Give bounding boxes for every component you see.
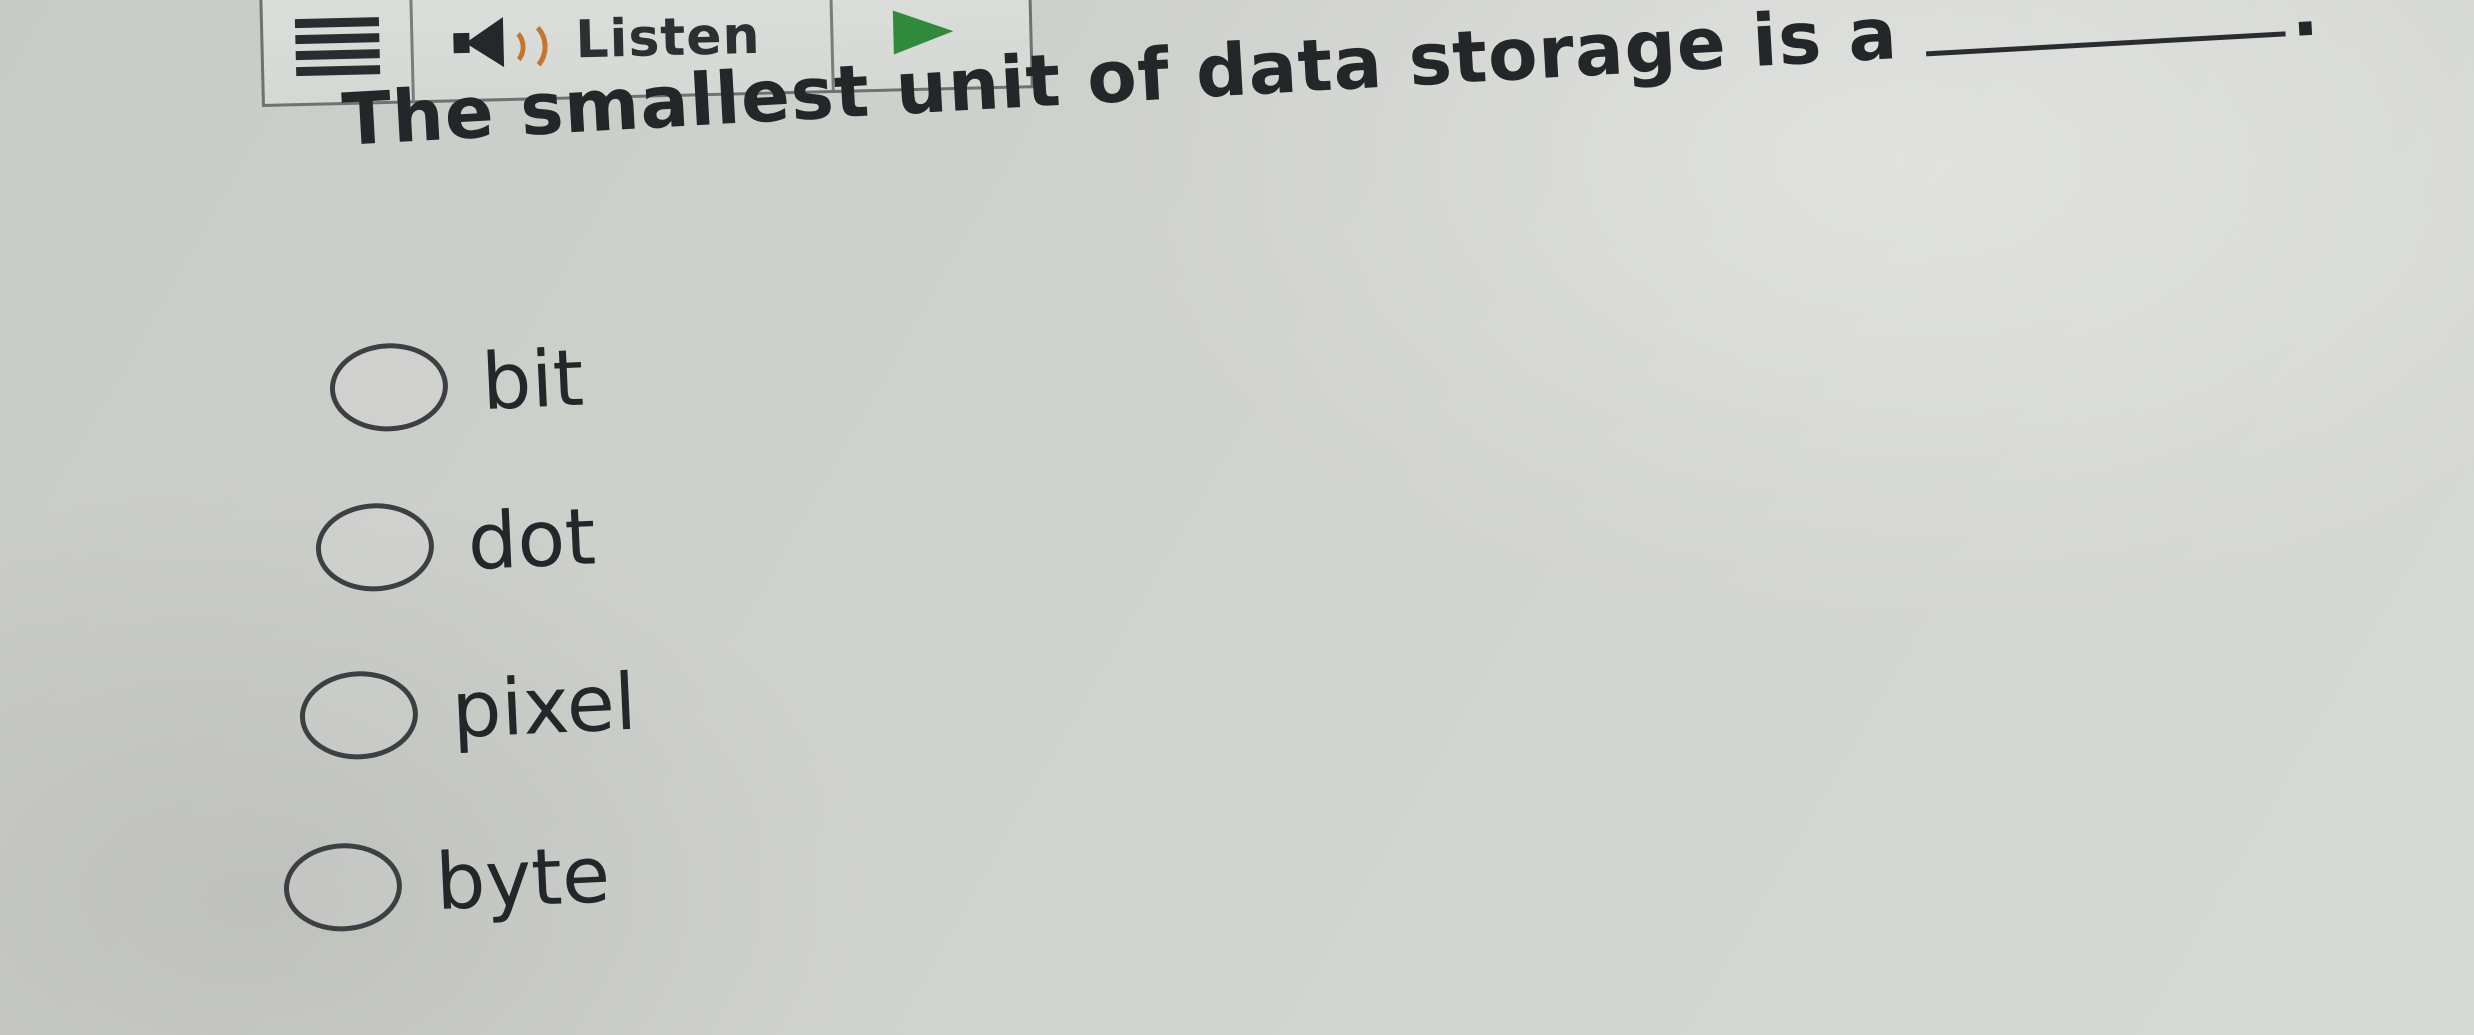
radio-button[interactable] [328, 340, 450, 434]
answer-blank [1926, 31, 2287, 57]
answer-option-byte[interactable]: byte [282, 830, 612, 935]
radio-button[interactable] [298, 668, 420, 762]
hamburger-menu-icon [294, 16, 380, 76]
question-end-punctuation: . [2288, 0, 2322, 53]
answer-option-bit[interactable]: bit [328, 334, 586, 435]
answer-option-dot[interactable]: dot [314, 492, 598, 595]
speaker-icon [453, 16, 550, 76]
option-label: dot [465, 492, 598, 589]
option-label: pixel [449, 657, 639, 757]
radio-button[interactable] [282, 840, 404, 934]
answer-option-pixel[interactable]: pixel [298, 658, 638, 763]
option-label: byte [433, 830, 612, 929]
radio-button[interactable] [314, 500, 436, 594]
option-label: bit [479, 333, 586, 429]
